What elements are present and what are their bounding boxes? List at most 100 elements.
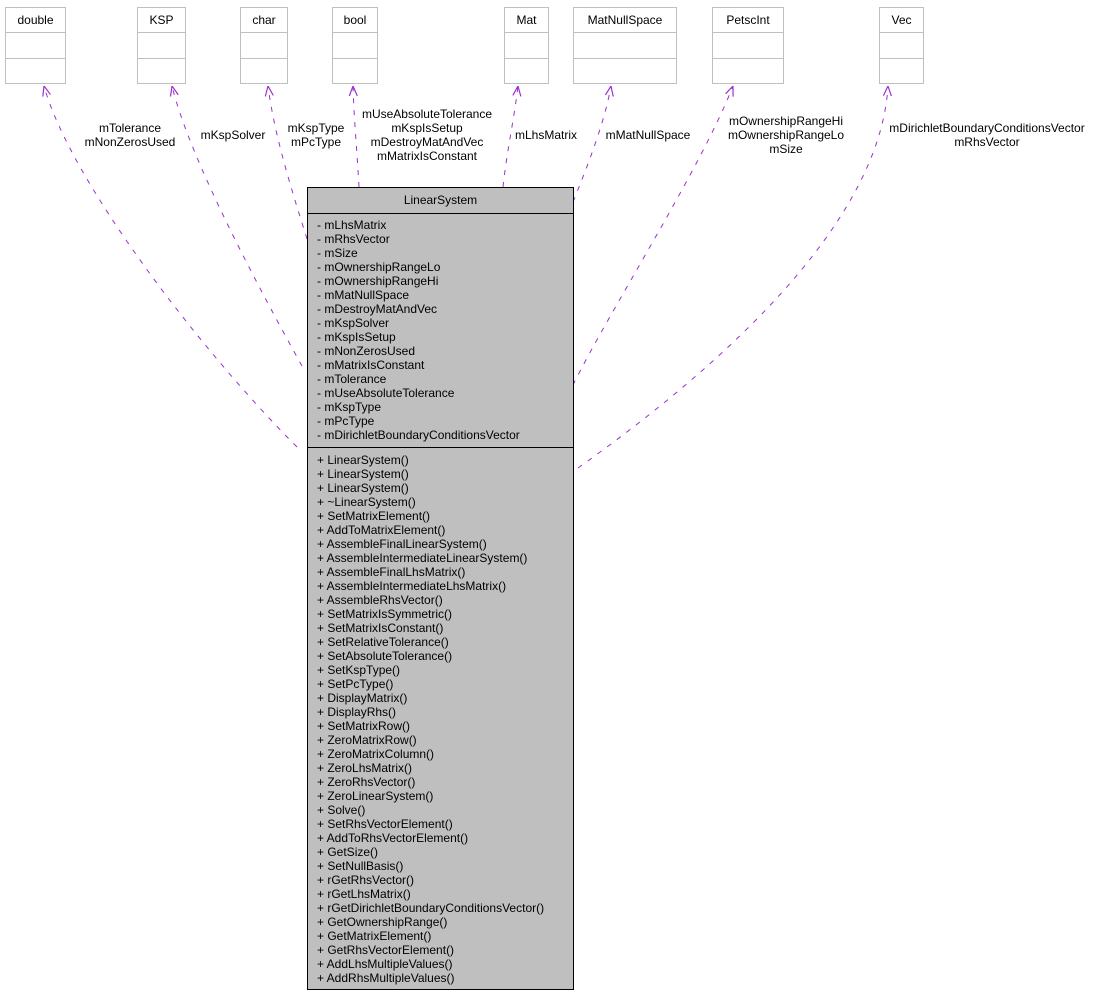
method-item: + Solve() [317,803,365,817]
edge-label-double: mTolerance mNonZerosUsed [85,121,176,149]
edge-label-line: mNonZerosUsed [85,135,176,149]
method-item: + AddToMatrixElement() [317,523,445,537]
method-item: + SetMatrixIsConstant() [317,621,443,635]
class-box-petscint[interactable]: PetscInt [712,7,784,84]
method-item: + SetMatrixRow() [317,719,410,733]
method-item: + ZeroRhsVector() [317,775,415,789]
attribute-item: - mTolerance [317,372,387,386]
method-item: + AssembleFinalLinearSystem() [317,537,487,551]
edge-vec [577,86,888,469]
edge-label-line: mDestroyMatAndVec [371,135,484,149]
attribute-item: - mOwnershipRangeLo [317,260,441,274]
attribute-item: - mRhsVector [317,232,390,246]
edge-label-bool: mUseAbsoluteTolerance mKspIsSetup mDestr… [362,107,492,163]
method-item: + rGetDirichletBoundaryConditionsVector(… [317,901,544,915]
edge-matnullspace [572,86,611,203]
class-box-mat[interactable]: Mat [504,7,549,84]
method-item: + SetAbsoluteTolerance() [317,649,452,663]
method-item: + AssembleFinalLhsMatrix() [317,565,465,579]
method-item: + AddToRhsVectorElement() [317,831,468,845]
edge-bool [353,86,360,188]
attribute-item: - mNonZerosUsed [317,344,415,358]
class-name: LinearSystem [404,193,477,207]
edge-label-matnullspace: mMatNullSpace [606,128,691,142]
edge-label-line: mRhsVector [954,135,1019,149]
method-item: + SetPcType() [317,677,393,691]
method-item: + SetRhsVectorElement() [317,817,453,831]
method-item: + AssembleIntermediateLhsMatrix() [317,579,506,593]
edge-label-line: mTolerance [99,121,161,135]
method-item: + ZeroLinearSystem() [317,789,433,803]
attribute-item: - mMatNullSpace [317,288,409,302]
class-box-char[interactable]: char [240,7,288,84]
attribute-item: - mKspType [317,400,381,414]
method-item: + ZeroLhsMatrix() [317,761,412,775]
method-item: + SetMatrixIsSymmetric() [317,607,452,621]
attribute-item: - mPcType [317,414,375,428]
edge-label-line: mSize [769,142,803,156]
class-name: Vec [891,13,911,27]
edge-label-char: mKspType mPcType [288,121,345,149]
method-item: + AddLhsMultipleValues() [317,957,453,971]
edge-label-mat: mLhsMatrix [515,128,577,142]
method-item: + ZeroMatrixColumn() [317,747,434,761]
method-item: + GetMatrixElement() [317,929,431,943]
edge-label-line: mKspType [288,121,345,135]
class-name: bool [344,13,367,27]
method-item: + SetKspType() [317,663,400,677]
attribute-item: - mLhsMatrix [317,218,386,232]
method-item: + GetRhsVectorElement() [317,943,454,957]
class-box-double[interactable]: double [5,7,66,84]
method-item: + LinearSystem() [317,453,409,467]
method-item: + SetMatrixElement() [317,509,430,523]
edge-label-line: mMatrixIsConstant [377,149,478,163]
method-item: + rGetRhsVector() [317,873,414,887]
attribute-item: - mDestroyMatAndVec [317,302,437,316]
edge-label-line: mUseAbsoluteTolerance [362,107,492,121]
class-box-vec[interactable]: Vec [879,7,924,84]
class-box-matnullspace[interactable]: MatNullSpace [573,7,677,84]
method-item: + SetNullBasis() [317,859,403,873]
class-box-bool[interactable]: bool [332,7,378,84]
attribute-item: - mDirichletBoundaryConditionsVector [317,428,520,442]
edge-label-line: mMatNullSpace [606,128,691,142]
method-item: + GetSize() [317,845,378,859]
edge-label-line: mKspSolver [201,128,266,142]
edge-label-vec: mDirichletBoundaryConditionsVector mRhsV… [889,121,1084,149]
method-item: + LinearSystem() [317,481,409,495]
class-name: PetscInt [726,13,770,27]
method-item: + AssembleRhsVector() [317,593,443,607]
edge-label-line: mOwnershipRangeLo [728,128,844,142]
edge-char [268,86,308,240]
class-name: double [17,13,53,27]
edge-label-line: mLhsMatrix [515,128,577,142]
attribute-item: - mMatrixIsConstant [317,358,425,372]
edge-label-petscint: mOwnershipRangeHi mOwnershipRangeLo mSiz… [728,114,844,156]
edge-label-line: mPcType [291,135,341,149]
method-item: + DisplayMatrix() [317,691,407,705]
method-item: + GetOwnershipRange() [317,915,447,929]
attribute-item: - mKspIsSetup [317,330,396,344]
method-item: + AddRhsMultipleValues() [317,971,455,985]
class-box-ksp[interactable]: KSP [137,7,186,84]
edge-label-line: mDirichletBoundaryConditionsVector [889,121,1084,135]
method-item: + rGetLhsMatrix() [317,887,411,901]
method-item: + ZeroMatrixRow() [317,733,417,747]
attribute-item: - mKspSolver [317,316,389,330]
class-name: Mat [516,13,537,27]
class-name: MatNullSpace [588,13,663,27]
class-name: char [252,13,275,27]
attribute-item: - mOwnershipRangeHi [317,274,438,288]
method-item: + LinearSystem() [317,467,409,481]
edge-label-line: mOwnershipRangeHi [729,114,843,128]
method-item: + AssembleIntermediateLinearSystem() [317,551,527,565]
class-box-linearsystem[interactable]: LinearSystem - mLhsMatrix- mRhsVector- m… [307,187,574,990]
method-item: + DisplayRhs() [317,705,396,719]
attribute-item: - mUseAbsoluteTolerance [317,386,455,400]
method-item: + ~LinearSystem() [317,495,416,509]
edge-label-line: mKspIsSetup [391,121,463,135]
attribute-item: - mSize [317,246,358,260]
class-name: KSP [149,13,173,27]
method-item: + SetRelativeTolerance() [317,635,449,649]
collaboration-diagram: double KSP char bool Mat MatNullSpace Pe… [5,7,1085,990]
